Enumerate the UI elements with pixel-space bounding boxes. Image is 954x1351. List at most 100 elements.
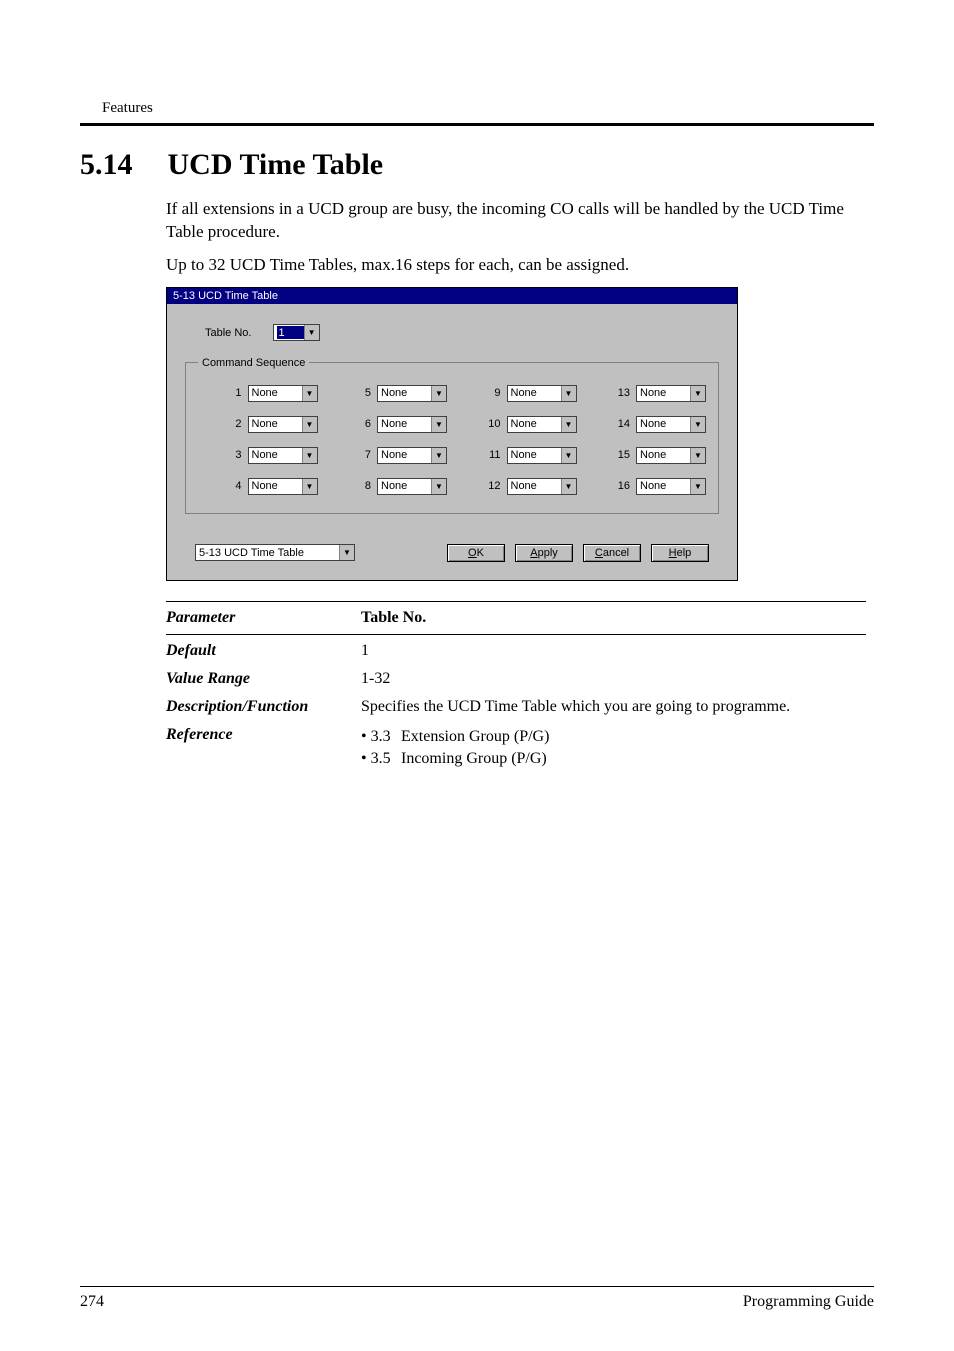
step-select-1[interactable]: None▼	[248, 385, 318, 402]
step-cell: 8 None ▼	[328, 478, 448, 495]
ref-text: Incoming Group (P/G)	[401, 750, 547, 767]
page-number: 274	[80, 1293, 104, 1311]
step-value: None	[640, 387, 670, 399]
step-number: 13	[614, 387, 630, 399]
dropdown-arrow-icon: ▼	[690, 417, 705, 432]
section-title: 5.14 UCD Time Table	[80, 148, 874, 182]
step-number: 15	[614, 449, 630, 461]
step-value: None	[511, 418, 541, 430]
step-select-14[interactable]: None ▼	[636, 416, 706, 433]
step-number: 16	[614, 480, 630, 492]
intro-paragraph-1: If all extensions in a UCD group are bus…	[166, 198, 874, 244]
step-select-10[interactable]: None ▼	[507, 416, 577, 433]
step-value: None	[252, 449, 282, 461]
step-select-13[interactable]: None ▼	[636, 385, 706, 402]
step-value: None	[381, 480, 411, 492]
param-desc-key: Description/Function	[166, 698, 361, 716]
step-cell: 1None▼	[198, 385, 318, 402]
step-value: None	[381, 387, 411, 399]
dropdown-arrow-icon: ▼	[561, 448, 576, 463]
step-value: None	[381, 418, 411, 430]
step-cell: 10 None ▼	[457, 416, 577, 433]
step-select-16[interactable]: None ▼	[636, 478, 706, 495]
param-desc-value: Specifies the UCD Time Table which you a…	[361, 698, 866, 716]
dialog-titlebar: 5-13 UCD Time Table	[167, 288, 737, 304]
step-value: None	[381, 449, 411, 461]
param-header-value: Table No.	[361, 609, 866, 627]
screen-selector-value: 5-13 UCD Time Table	[199, 547, 329, 559]
command-sequence-legend: Command Sequence	[198, 357, 309, 369]
param-range-value: 1-32	[361, 670, 866, 688]
step-cell: 16 None ▼	[587, 478, 707, 495]
step-select-9[interactable]: None ▼	[507, 385, 577, 402]
step-select-11[interactable]: None ▼	[507, 447, 577, 464]
step-cell: 15 None▼	[587, 447, 707, 464]
param-default-key: Default	[166, 642, 361, 660]
step-select-8[interactable]: None ▼	[377, 478, 447, 495]
dropdown-arrow-icon: ▼	[431, 448, 446, 463]
step-number: 5	[355, 387, 371, 399]
step-cell: 13 None ▼	[587, 385, 707, 402]
table-no-value: 1	[277, 326, 304, 339]
step-select-4[interactable]: None▼	[248, 478, 318, 495]
dropdown-arrow-icon: ▼	[561, 417, 576, 432]
step-value: None	[640, 449, 670, 461]
step-value: None	[252, 418, 282, 430]
step-number: 10	[485, 418, 501, 430]
step-value: None	[511, 449, 541, 461]
dropdown-arrow-icon: ▼	[431, 386, 446, 401]
dropdown-arrow-icon: ▼	[302, 479, 317, 494]
parameter-table: Parameter Table No. Default 1 Value Rang…	[166, 601, 866, 776]
step-number: 2	[226, 418, 242, 430]
step-cell: 2 None▼	[198, 416, 318, 433]
dropdown-arrow-icon: ▼	[431, 479, 446, 494]
step-value: None	[511, 387, 541, 399]
step-select-6[interactable]: None ▼	[377, 416, 447, 433]
param-default-value: 1	[361, 642, 866, 660]
step-select-3[interactable]: None▼	[248, 447, 318, 464]
section-header-label: Features	[102, 100, 874, 117]
section-title-text: UCD Time Table	[168, 148, 384, 181]
ref-bullet: • 3.5	[361, 748, 401, 770]
param-header-key: Parameter	[166, 609, 361, 627]
param-ref-list: • 3.3Extension Group (P/G) • 3.5Incoming…	[361, 726, 866, 771]
param-range-key: Value Range	[166, 670, 361, 688]
screen-selector[interactable]: 5-13 UCD Time Table ▼	[195, 544, 355, 561]
cancel-button[interactable]: Cancel	[583, 544, 641, 562]
step-select-12[interactable]: None▼	[507, 478, 577, 495]
step-number: 7	[355, 449, 371, 461]
step-value: None	[640, 480, 670, 492]
step-cell: 9 None ▼	[457, 385, 577, 402]
dropdown-arrow-icon: ▼	[690, 479, 705, 494]
step-select-2[interactable]: None▼	[248, 416, 318, 433]
table-no-select[interactable]: 1 ▼	[273, 324, 320, 341]
ok-button[interactable]: OK	[447, 544, 505, 562]
step-select-15[interactable]: None▼	[636, 447, 706, 464]
step-select-7[interactable]: None ▼	[377, 447, 447, 464]
step-cell: 14 None ▼	[587, 416, 707, 433]
step-select-5[interactable]: None ▼	[377, 385, 447, 402]
help-button[interactable]: Help	[651, 544, 709, 562]
ucd-time-table-dialog: 5-13 UCD Time Table Table No. 1 ▼ Comman…	[166, 287, 738, 581]
step-value: None	[511, 480, 541, 492]
step-cell: 5 None ▼	[328, 385, 448, 402]
section-number: 5.14	[80, 148, 160, 182]
book-title: Programming Guide	[743, 1293, 874, 1311]
step-number: 11	[485, 449, 501, 461]
apply-button[interactable]: Apply	[515, 544, 573, 562]
step-number: 8	[355, 480, 371, 492]
step-number: 12	[485, 480, 501, 492]
step-value: None	[252, 387, 282, 399]
step-cell: 11 None ▼	[457, 447, 577, 464]
step-number: 6	[355, 418, 371, 430]
step-cell: 3None▼	[198, 447, 318, 464]
step-number: 9	[485, 387, 501, 399]
step-number: 14	[614, 418, 630, 430]
step-value: None	[640, 418, 670, 430]
step-cell: 7 None ▼	[328, 447, 448, 464]
step-cell: 4None▼	[198, 478, 318, 495]
dropdown-arrow-icon: ▼	[561, 386, 576, 401]
dropdown-arrow-icon: ▼	[431, 417, 446, 432]
dropdown-arrow-icon: ▼	[690, 386, 705, 401]
ref-text: Extension Group (P/G)	[401, 728, 549, 745]
